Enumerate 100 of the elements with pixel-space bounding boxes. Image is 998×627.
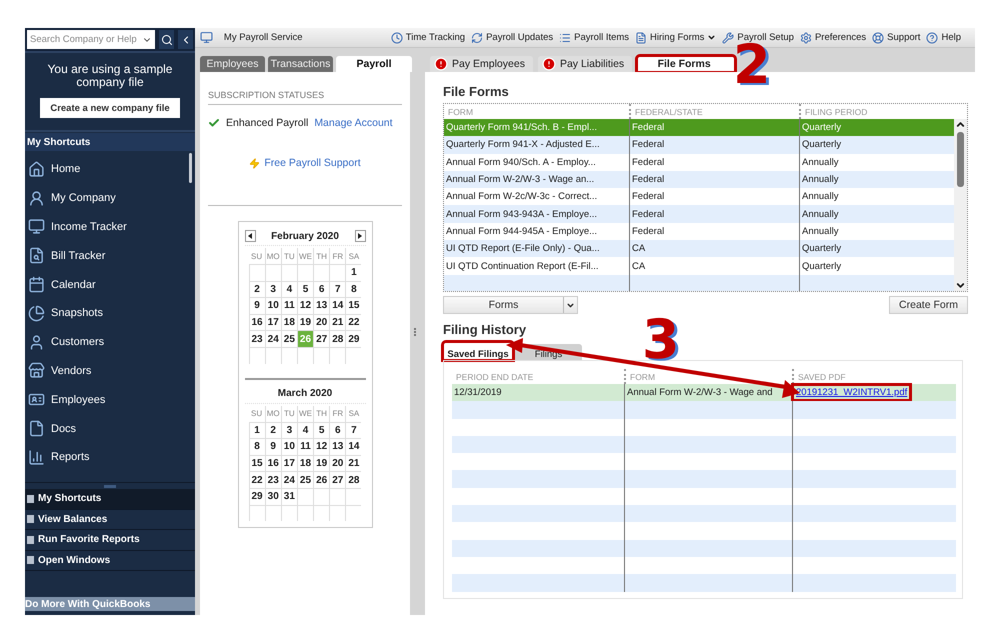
scrollbar-thumb[interactable] bbox=[189, 153, 192, 183]
calendar-day[interactable]: 20 bbox=[313, 314, 330, 330]
calendar-day[interactable]: 20 bbox=[329, 454, 346, 472]
panel-tab[interactable]: Employees bbox=[200, 56, 265, 72]
calendar-day[interactable]: 3 bbox=[264, 280, 281, 298]
calendar-day[interactable]: 28 bbox=[345, 471, 362, 488]
previous-month-button[interactable] bbox=[244, 230, 256, 242]
calendar-day[interactable]: 9 bbox=[248, 297, 265, 314]
form-row[interactable]: Annual Form W-2c/W-3c - Correct... Federal Annually bbox=[444, 188, 954, 206]
task-tab[interactable]: File Forms bbox=[637, 56, 736, 72]
calendar-day[interactable]: 21 bbox=[345, 454, 362, 472]
calendar-day[interactable]: 4 bbox=[296, 422, 314, 438]
search-button[interactable] bbox=[159, 30, 174, 49]
toolbar-item[interactable]: Preferences bbox=[800, 32, 866, 44]
calendar-day[interactable]: 21 bbox=[329, 314, 346, 330]
form-row[interactable]: UI QTD Report (E-File Only) - Qua... CA Quarterly bbox=[444, 240, 954, 258]
shortcut-item[interactable]: Snapshots bbox=[25, 298, 187, 328]
calendar-day[interactable]: 13 bbox=[313, 297, 330, 314]
history-tab[interactable]: Saved Filings bbox=[443, 342, 513, 360]
calendar-day[interactable]: 30 bbox=[264, 488, 281, 505]
calendar-day[interactable]: 9 bbox=[264, 438, 281, 455]
calendar-day[interactable]: 6 bbox=[329, 422, 346, 438]
toolbar-item[interactable]: Support bbox=[872, 32, 920, 44]
resize-grip[interactable] bbox=[104, 484, 116, 488]
panel-tab[interactable]: Payroll bbox=[336, 56, 412, 72]
calendar-day[interactable]: 23 bbox=[248, 330, 265, 347]
calendar-day[interactable]: 17 bbox=[280, 454, 297, 472]
calendar-day[interactable]: 22 bbox=[345, 314, 362, 330]
calendar-day[interactable]: 3 bbox=[280, 422, 297, 438]
toolbar-item[interactable]: Hiring Forms bbox=[635, 32, 716, 44]
collapse-button[interactable] bbox=[178, 30, 193, 49]
search-field[interactable]: Search Company or Help bbox=[27, 30, 155, 49]
calendar-day[interactable]: 10 bbox=[264, 297, 281, 314]
calendar-day[interactable]: 14 bbox=[345, 438, 362, 455]
calendar-day[interactable]: 11 bbox=[296, 438, 314, 455]
form-row[interactable]: Quarterly Form 941/Sch. B - Empl... Federal Quarterly bbox=[444, 119, 954, 136]
shortcut-item[interactable]: Bill Tracker bbox=[25, 241, 187, 270]
form-row[interactable]: Quarterly Form 941-X - Adjusted E... Federal Quarterly bbox=[444, 136, 954, 154]
shortcut-item[interactable]: My Company bbox=[25, 184, 187, 213]
calendar-day[interactable]: 24 bbox=[280, 471, 297, 488]
calendar-day[interactable]: 5 bbox=[296, 280, 314, 298]
calendar-day[interactable]: 15 bbox=[248, 454, 265, 472]
calendar-day[interactable]: 28 bbox=[329, 330, 346, 347]
calendar-day[interactable]: 25 bbox=[296, 471, 314, 488]
shortcut-item[interactable]: Reports bbox=[25, 442, 187, 472]
calendar-day[interactable]: 14 bbox=[329, 297, 346, 314]
calendar-day[interactable]: 1 bbox=[345, 264, 362, 281]
calendar-day[interactable]: 2 bbox=[264, 422, 281, 438]
support-link[interactable]: Free Payroll Support bbox=[264, 157, 361, 169]
calendar-day[interactable]: 23 bbox=[264, 471, 281, 488]
task-tab[interactable]: Pay Employees bbox=[430, 56, 533, 72]
task-tab[interactable]: Pay Liabilities bbox=[538, 56, 632, 72]
calendar-day[interactable]: 11 bbox=[280, 297, 297, 314]
calendar-day[interactable]: 5 bbox=[313, 422, 330, 438]
forms-dropdown[interactable]: Forms bbox=[443, 296, 578, 314]
calendar-day[interactable]: 31 bbox=[280, 488, 297, 505]
shortcut-item[interactable]: Calendar bbox=[25, 270, 187, 299]
calendar-day[interactable]: 2 bbox=[248, 280, 265, 298]
sidebar-panel-item[interactable]: View Balances bbox=[25, 510, 195, 530]
calendar-day[interactable]: 16 bbox=[248, 314, 265, 330]
calendar-day[interactable]: 27 bbox=[313, 330, 330, 347]
shortcut-item[interactable]: Income Tracker bbox=[25, 212, 187, 242]
calendar-day[interactable]: 29 bbox=[248, 488, 265, 505]
calendar-day[interactable]: 18 bbox=[280, 314, 297, 330]
calendar-day[interactable]: 8 bbox=[248, 438, 265, 455]
toolbar-item[interactable]: Payroll Setup bbox=[722, 32, 794, 44]
scroll-down-icon[interactable] bbox=[955, 280, 966, 291]
calendar-day[interactable]: 16 bbox=[264, 454, 281, 472]
sidebar-panel-item[interactable]: Open Windows bbox=[25, 550, 195, 571]
scroll-up-icon[interactable] bbox=[955, 119, 966, 130]
shortcut-item[interactable]: Vendors bbox=[25, 356, 187, 386]
panel-tab[interactable]: Transactions bbox=[268, 56, 333, 72]
calendar-day[interactable]: 26 bbox=[313, 471, 330, 488]
sidebar-panel-item[interactable]: My Shortcuts bbox=[25, 489, 195, 510]
calendar-day[interactable]: 29 bbox=[345, 330, 362, 347]
create-form-button[interactable]: Create Form bbox=[889, 296, 968, 314]
toolbar-item[interactable]: Payroll Items bbox=[559, 32, 630, 44]
calendar-day[interactable]: 17 bbox=[264, 314, 281, 330]
toolbar-item[interactable]: Payroll Updates bbox=[471, 32, 554, 44]
calendar-day[interactable]: 12 bbox=[296, 297, 314, 314]
calendar-day[interactable]: 12 bbox=[313, 438, 330, 455]
shortcut-item[interactable]: Employees bbox=[25, 385, 187, 414]
calendar-day[interactable]: 19 bbox=[313, 454, 330, 472]
toolbar-item[interactable]: My Payroll Service bbox=[200, 31, 303, 44]
calendar-day[interactable]: 10 bbox=[280, 438, 297, 455]
calendar-day[interactable]: 15 bbox=[345, 297, 362, 314]
form-row[interactable]: Annual Form 940/Sch. A - Employ... Federal Annually bbox=[444, 154, 954, 171]
calendar-day[interactable]: 18 bbox=[296, 454, 314, 472]
calendar-day[interactable]: 6 bbox=[313, 280, 330, 298]
shortcut-item[interactable]: Docs bbox=[25, 414, 187, 443]
calendar-day[interactable]: 1 bbox=[248, 422, 265, 438]
form-row[interactable]: Annual Form 943-943A - Employe... Federal Annually bbox=[444, 205, 954, 223]
calendar-day[interactable]: 8 bbox=[345, 280, 362, 298]
create-company-button[interactable]: Create a new company file bbox=[40, 98, 180, 118]
calendar-day[interactable]: 13 bbox=[329, 438, 346, 455]
calendar-day[interactable]: 7 bbox=[345, 422, 362, 438]
shortcut-item[interactable]: Customers bbox=[25, 328, 187, 357]
calendar-day[interactable]: 4 bbox=[280, 280, 297, 298]
calendar-day[interactable]: 24 bbox=[264, 330, 281, 347]
toolbar-item[interactable]: Help bbox=[926, 32, 961, 44]
